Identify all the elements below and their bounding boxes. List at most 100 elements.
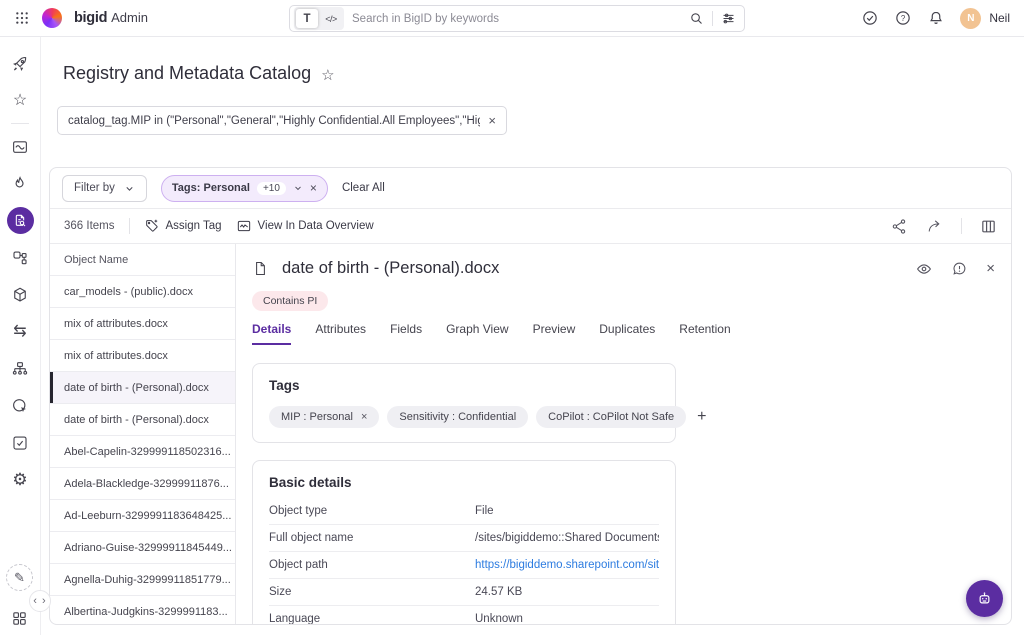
- close-detail-icon[interactable]: ×: [986, 260, 995, 277]
- tab-preview[interactable]: Preview: [533, 322, 576, 345]
- sidebar-divider: [11, 123, 29, 124]
- clear-all-button[interactable]: Clear All: [342, 182, 385, 194]
- query-close-icon[interactable]: ×: [488, 113, 496, 128]
- sidebar-item-workflow[interactable]: [0, 239, 40, 276]
- status-check-icon[interactable]: [861, 9, 879, 27]
- export-button[interactable]: [926, 218, 943, 235]
- chevron-down-icon: [293, 183, 303, 193]
- sidebar-item-catalog[interactable]: [0, 202, 40, 239]
- list-item-label: car_models - (public).docx: [64, 286, 193, 298]
- remove-tag-icon[interactable]: ×: [361, 411, 367, 423]
- tab-retention[interactable]: Retention: [679, 322, 730, 345]
- export-icon: [926, 218, 943, 235]
- annotate-button[interactable]: ✎: [6, 564, 33, 591]
- list-item[interactable]: mix of attributes.docx: [50, 340, 235, 372]
- tags-filter-chip[interactable]: Tags: Personal +10 ×: [161, 175, 328, 202]
- sitemap-icon: [11, 360, 29, 378]
- avatar[interactable]: N: [960, 8, 981, 29]
- bigid-logo-icon: [42, 8, 62, 28]
- detail-row-value: Unknown: [475, 613, 523, 624]
- detail-row-label: Object type: [269, 505, 475, 517]
- list-item[interactable]: Agnella-Duhig-32999911851779...: [50, 564, 235, 596]
- sidebar: ☆: [0, 37, 41, 635]
- comment-alert-icon: [951, 260, 968, 277]
- list-item-label: mix of attributes.docx: [64, 318, 168, 330]
- pencil-icon: ✎: [14, 570, 25, 586]
- detail-row-link[interactable]: https://bigiddemo.sharepoint.com/sites/b…: [475, 559, 659, 571]
- list-item[interactable]: mix of attributes.docx: [50, 308, 235, 340]
- items-count: 366 Items: [64, 220, 115, 232]
- tab-graph-view[interactable]: Graph View: [446, 322, 508, 345]
- tab-fields[interactable]: Fields: [390, 322, 422, 345]
- detail-row: Size24.57 KB: [269, 579, 659, 606]
- detail-row-value: 24.57 KB: [475, 586, 522, 598]
- copilot-fab-button[interactable]: [966, 580, 1003, 617]
- tag-chip[interactable]: Sensitivity : Confidential: [387, 406, 528, 428]
- user-name[interactable]: Neil: [989, 11, 1010, 25]
- app-launcher-icon[interactable]: [14, 10, 30, 26]
- sidebar-item-rocket[interactable]: [0, 45, 40, 82]
- text-mode-button[interactable]: T: [296, 9, 318, 28]
- sidebar-item-data-movement[interactable]: ⇆: [0, 313, 40, 350]
- columns-icon: [980, 218, 997, 235]
- tab-duplicates[interactable]: Duplicates: [599, 322, 655, 345]
- contains-pi-badge: Contains PI: [252, 291, 328, 311]
- columns-button[interactable]: [980, 218, 997, 235]
- sidebar-item-explorer[interactable]: [0, 387, 40, 424]
- sidebar-item-tasks[interactable]: [0, 424, 40, 461]
- comment-button[interactable]: [951, 260, 968, 277]
- list-item[interactable]: Abel-Capelin-329999118502316...: [50, 436, 235, 468]
- detail-tabs: Details Attributes Fields Graph View Preview…: [252, 322, 995, 345]
- brand-text: bigidAdmin: [74, 9, 148, 27]
- view-overview-button[interactable]: View In Data Overview: [236, 218, 374, 234]
- filter-by-dropdown[interactable]: Filter by: [62, 175, 147, 202]
- list-item[interactable]: Ad-Leeburn-3299991183648425...: [50, 500, 235, 532]
- notifications-bell-icon[interactable]: [927, 9, 945, 27]
- preview-eye-button[interactable]: [915, 260, 933, 278]
- list-item-label: Albertina-Judgkins-3299991183...: [64, 606, 228, 618]
- sidebar-item-sandbox[interactable]: [0, 276, 40, 313]
- sidebar-item-snapshot[interactable]: [0, 128, 40, 165]
- more-tags-badge[interactable]: +10: [257, 182, 286, 195]
- tags-card: Tags + MIP : Personal×Sensitivity : Conf…: [252, 363, 676, 443]
- code-mode-button[interactable]: </>: [320, 9, 342, 28]
- search-icon[interactable]: [689, 11, 704, 26]
- share-button[interactable]: [891, 218, 908, 235]
- tag-chip[interactable]: CoPilot : CoPilot Not Safe: [536, 406, 686, 428]
- toolbar-divider: [961, 218, 962, 234]
- apps-grid-icon: [11, 610, 28, 627]
- search-input[interactable]: [352, 13, 689, 25]
- remove-filter-icon[interactable]: ×: [310, 181, 317, 195]
- help-icon[interactable]: ?: [894, 9, 912, 27]
- tab-attributes[interactable]: Attributes: [315, 322, 366, 345]
- tag-chip[interactable]: MIP : Personal×: [269, 406, 379, 428]
- sidebar-item-favorites[interactable]: ☆: [0, 82, 40, 119]
- list-item[interactable]: car_models - (public).docx: [50, 276, 235, 308]
- view-overview-label: View In Data Overview: [258, 220, 374, 232]
- list-item-label: Agnella-Duhig-32999911851779...: [64, 574, 231, 586]
- apps-grid-button[interactable]: [11, 610, 28, 627]
- list-item[interactable]: Albertina-Judgkins-3299991183...: [50, 596, 235, 625]
- sidebar-item-infrastructure[interactable]: [0, 350, 40, 387]
- sidebar-item-risk[interactable]: [0, 165, 40, 202]
- list-item[interactable]: date of birth - (Personal).docx: [50, 372, 235, 404]
- sidebar-collapse-toggle[interactable]: ‹ ›: [29, 590, 51, 612]
- search-filters-icon[interactable]: [721, 11, 736, 26]
- robot-icon: [975, 589, 994, 608]
- query-filter-box[interactable]: catalog_tag.MIP in ("Personal","General"…: [57, 106, 507, 135]
- sidebar-item-settings[interactable]: ⚙: [0, 461, 40, 498]
- basic-details-title: Basic details: [269, 475, 659, 490]
- favorite-star-icon[interactable]: ☆: [321, 64, 334, 84]
- global-search[interactable]: T </>: [289, 5, 745, 32]
- list-item[interactable]: date of birth - (Personal).docx: [50, 404, 235, 436]
- list-item[interactable]: Adela-Blackledge-32999911876...: [50, 468, 235, 500]
- detail-row-label: Full object name: [269, 532, 475, 544]
- list-item-label: Adriano-Guise-32999911845449...: [64, 542, 232, 554]
- assign-tag-button[interactable]: Assign Tag: [144, 218, 222, 234]
- tab-details[interactable]: Details: [252, 322, 291, 345]
- list-item[interactable]: Adriano-Guise-32999911845449...: [50, 532, 235, 564]
- list-column-header: Object Name: [50, 244, 235, 276]
- add-tag-button[interactable]: +: [697, 408, 706, 426]
- snapshot-wave-icon: [11, 138, 29, 156]
- chevrons-icon: ‹ ›: [33, 595, 46, 607]
